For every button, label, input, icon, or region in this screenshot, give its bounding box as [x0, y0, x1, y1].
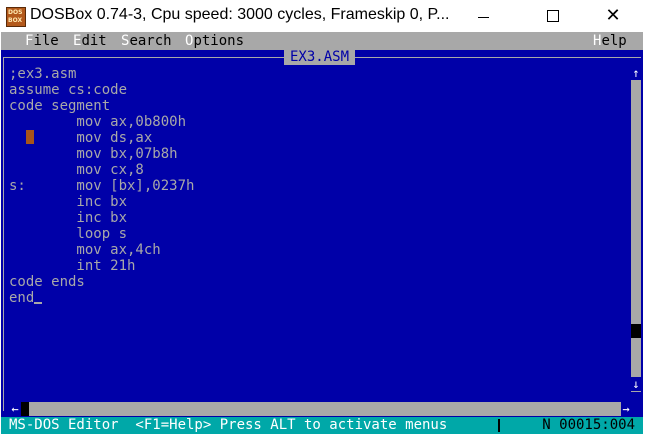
vertical-scroll-thumb[interactable] — [631, 324, 641, 339]
code-line[interactable]: code ends — [9, 274, 627, 290]
window-title-bar[interactable]: DOS BOX DOSBox 0.74-3, Cpu speed: 3000 c… — [0, 0, 645, 32]
code-line[interactable]: inc bx — [9, 210, 627, 226]
vertical-scrollbar[interactable]: ↑ ↓ — [631, 66, 641, 392]
code-line[interactable]: loop s — [9, 226, 627, 242]
text-cursor — [34, 302, 43, 304]
menu-help[interactable]: Help — [593, 32, 627, 50]
close-icon: ✕ — [605, 5, 621, 26]
code-line[interactable]: ;ex3.asm — [9, 66, 627, 82]
status-divider — [498, 419, 500, 432]
minimize-button[interactable] — [460, 0, 506, 32]
scroll-down-arrow-icon[interactable]: ↓ — [631, 377, 641, 391]
dos-screen[interactable]: File Edit Search Options Help EX3.ASM ;e… — [1, 32, 643, 434]
code-line[interactable]: s: mov [bx],0237h — [9, 178, 627, 194]
code-line[interactable]: end — [9, 290, 627, 306]
code-line[interactable]: assume cs:code — [9, 82, 627, 98]
code-editor[interactable]: ;ex3.asm assume cs:code code segment mov a… — [9, 66, 627, 306]
menu-file[interactable]: File — [25, 32, 59, 50]
scroll-right-arrow-icon[interactable]: → — [621, 402, 631, 416]
code-line[interactable]: inc bx — [9, 194, 627, 210]
dosbox-icon: DOS BOX — [6, 7, 26, 27]
horizontal-scroll-thumb[interactable] — [21, 402, 29, 416]
menu-search[interactable]: Search — [121, 32, 172, 50]
menu-bar: File Edit Search Options Help — [1, 32, 643, 50]
dosbox-icon-text-bottom: BOX — [8, 17, 23, 24]
code-line[interactable]: mov bx,07b8h — [9, 146, 627, 162]
minimize-icon — [477, 16, 489, 18]
file-name-title: EX3.ASM — [284, 49, 356, 65]
menu-options[interactable]: Options — [185, 32, 244, 50]
maximize-icon — [547, 10, 559, 22]
code-line[interactable]: code segment — [9, 98, 627, 114]
status-bar: MS-DOS Editor <F1=Help> Press ALT to act… — [1, 417, 643, 434]
window-title: DOSBox 0.74-3, Cpu speed: 3000 cycles, F… — [30, 6, 450, 23]
menu-edit[interactable]: Edit — [73, 32, 107, 50]
status-message: MS-DOS Editor <F1=Help> Press ALT to act… — [9, 417, 448, 433]
scroll-left-arrow-icon[interactable]: ← — [9, 402, 21, 416]
code-line[interactable]: mov ax,0b800h — [9, 114, 627, 130]
scroll-up-arrow-icon[interactable]: ↑ — [631, 66, 641, 80]
cursor-position: N 00015:004 — [542, 417, 635, 433]
code-line[interactable]: mov ds,ax — [9, 130, 627, 146]
code-line[interactable]: int 21h — [9, 258, 627, 274]
close-button[interactable]: ✕ — [590, 0, 636, 32]
horizontal-scrollbar[interactable]: ← → — [9, 402, 631, 416]
maximize-button[interactable] — [530, 0, 576, 32]
dosbox-icon-text-top: DOS — [8, 9, 23, 16]
code-line[interactable]: mov ax,4ch — [9, 242, 627, 258]
code-line[interactable]: mov cx,8 — [9, 162, 627, 178]
